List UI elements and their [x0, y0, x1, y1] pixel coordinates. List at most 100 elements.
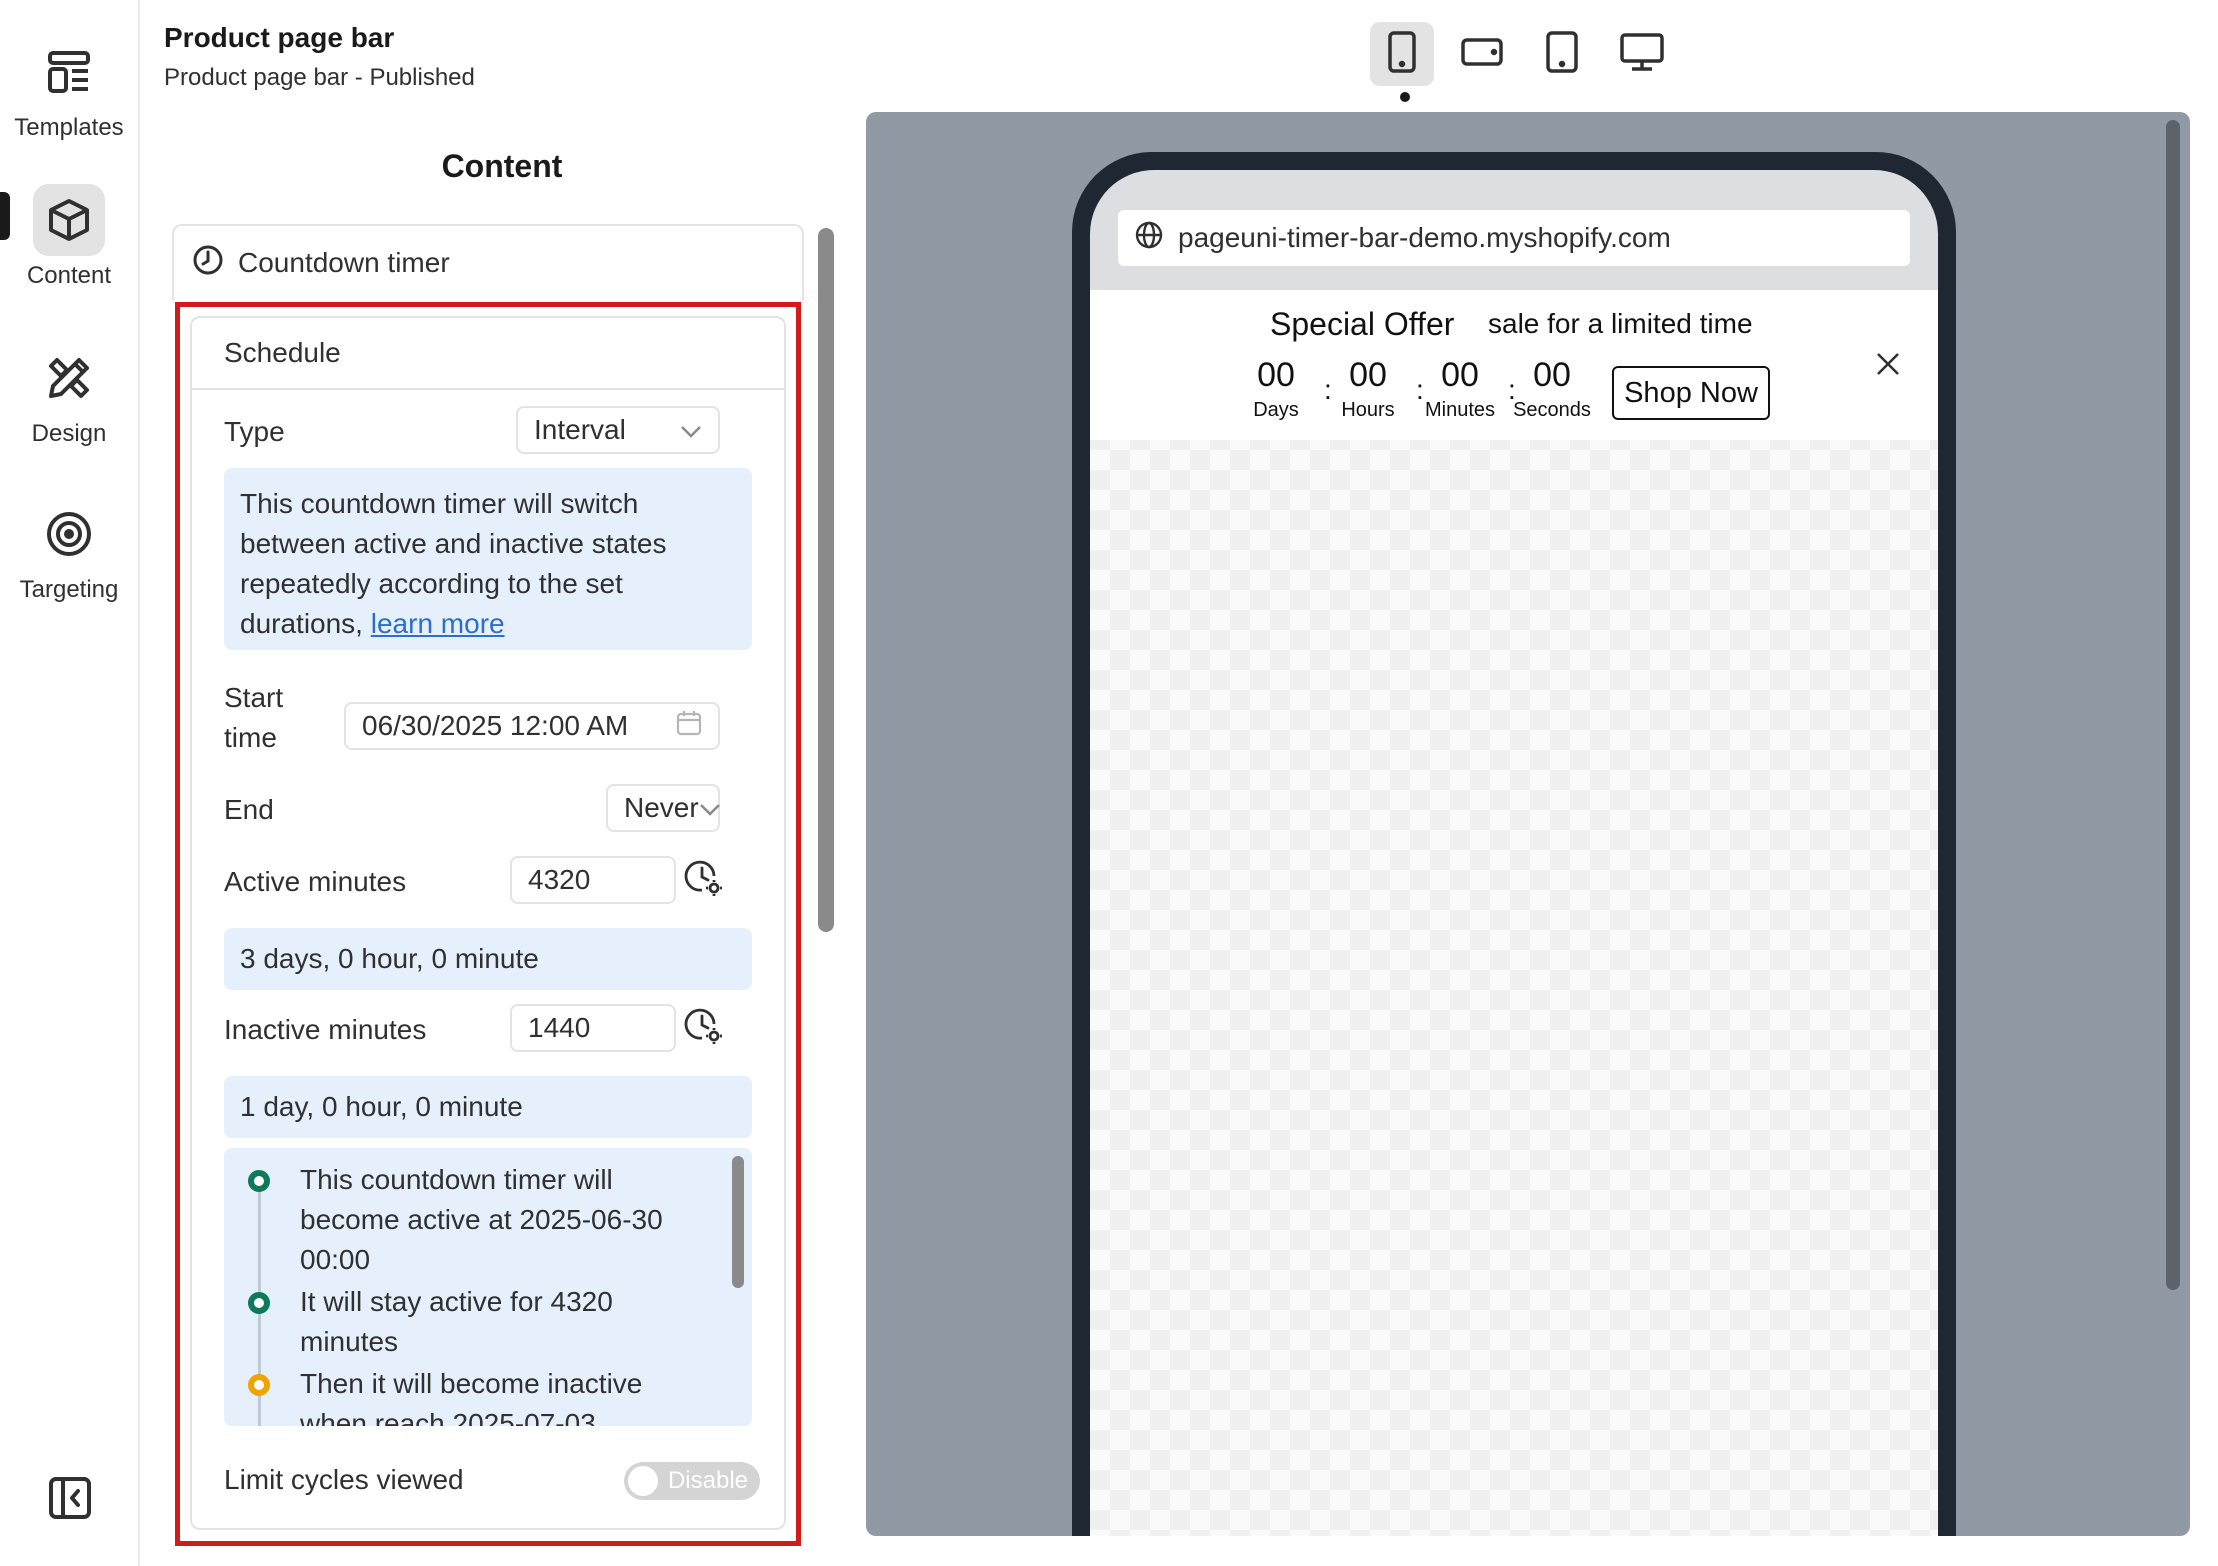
device-tablet-button[interactable] [1530, 22, 1594, 86]
target-icon [33, 498, 105, 570]
desktop-icon [1620, 32, 1664, 77]
mobile-landscape-icon [1461, 37, 1503, 72]
device-mobile-portrait-button[interactable] [1370, 22, 1434, 86]
clock-settings-icon [684, 1006, 724, 1051]
device-mobile-landscape-button[interactable] [1450, 22, 1514, 86]
bar-title: Special Offer [1270, 306, 1455, 342]
countdown-value: 00 [1257, 356, 1295, 394]
interval-info-box: This countdown timer will switch between… [224, 468, 752, 650]
active-minutes-input[interactable]: 4320 [510, 856, 676, 904]
schedule-card: Schedule Type Interval This countdown ti… [190, 316, 786, 1530]
countdown-timer-section[interactable]: Countdown timer [172, 224, 804, 300]
type-select[interactable]: Interval [516, 406, 720, 454]
tablet-icon [1545, 30, 1579, 78]
nav-item-templates[interactable]: Templates [0, 36, 138, 142]
countdown-hours: 00 Hours [1328, 356, 1408, 422]
clock-icon [192, 244, 224, 283]
inactive-duration-summary: 1 day, 0 hour, 0 minute [224, 1076, 752, 1138]
inactive-minutes-input[interactable]: 1440 [510, 1004, 676, 1052]
start-time-label: Start time [224, 678, 283, 758]
templates-icon [33, 36, 105, 108]
subtitle-separator: - [348, 64, 370, 91]
device-switcher [1370, 22, 1674, 86]
store-page-placeholder: Special Offer sale for a limited time 00… [1090, 290, 1938, 1536]
cube-icon [33, 184, 105, 256]
nav-label: Design [31, 420, 107, 447]
globe-icon [1134, 220, 1164, 257]
schedule-timeline[interactable]: This countdown timer will become active … [224, 1148, 752, 1426]
start-time-value: 06/30/2025 12:00 AM [362, 710, 629, 741]
page-title: Product page bar [164, 22, 395, 53]
clock-settings-icon [684, 858, 724, 903]
left-nav-rail: Templates Content Design Targeting [0, 0, 140, 1566]
nav-item-content[interactable]: Content [0, 184, 138, 290]
timeline-scrollbar[interactable] [732, 1156, 744, 1288]
timeline-dot-inactive [248, 1374, 270, 1396]
countdown-value: 00 [1349, 356, 1387, 394]
timeline-dot-active [248, 1292, 270, 1314]
section-label: Countdown timer [238, 247, 450, 278]
bar-name: Product page bar [164, 64, 349, 91]
end-label: End [224, 794, 274, 825]
calendar-icon [676, 710, 702, 743]
timeline-item: Then it will become inactive when reach … [300, 1368, 643, 1426]
chevron-down-icon [699, 792, 721, 824]
inactive-minutes-preset-button[interactable] [682, 1006, 726, 1050]
panel-scrollbar[interactable] [818, 228, 834, 932]
active-minutes-label: Active minutes [224, 866, 407, 897]
inactive-minutes-label: Inactive minutes [224, 1014, 427, 1045]
preview-canvas: pageuni-timer-bar-demo.myshopify.com Spe… [866, 112, 2190, 1536]
start-label-line2: time [224, 722, 277, 753]
countdown-value: 00 [1441, 356, 1479, 394]
close-icon [1875, 351, 1901, 382]
nav-item-design[interactable]: Design [0, 342, 138, 448]
timeline-item: It will stay active for 4320 minutes [300, 1286, 613, 1357]
countdown-unit: Minutes [1424, 399, 1496, 421]
start-label-line1: Start [224, 682, 284, 713]
end-value: Never [624, 792, 699, 823]
active-minutes-preset-button[interactable] [682, 858, 726, 902]
countdown-unit: Days [1253, 399, 1299, 421]
shop-now-button[interactable]: Shop Now [1612, 366, 1770, 420]
active-duration-summary: 3 days, 0 hour, 0 minute [224, 928, 752, 990]
page-subtitle: Product page bar - Published [164, 64, 475, 92]
countdown-unit: Hours [1341, 399, 1395, 421]
type-label: Type [224, 416, 285, 447]
chevron-down-icon [680, 414, 702, 446]
countdown-seconds: 00 Seconds [1512, 356, 1592, 422]
schedule-heading: Schedule [192, 318, 784, 390]
sidebar-collapse-button[interactable] [42, 1472, 98, 1528]
type-value: Interval [534, 414, 626, 445]
bar-subtitle: sale for a limited time [1488, 308, 1753, 339]
start-time-field[interactable]: 06/30/2025 12:00 AM [344, 702, 720, 750]
nav-label: Templates [14, 114, 124, 141]
countdown-bar: Special Offer sale for a limited time 00… [1090, 290, 1938, 440]
limit-cycles-label: Limit cycles viewed [224, 1464, 464, 1495]
device-desktop-button[interactable] [1610, 22, 1674, 86]
close-bar-button[interactable] [1870, 348, 1906, 384]
nav-label: Content [26, 262, 112, 289]
countdown-unit: Seconds [1513, 399, 1591, 421]
toggle-knob [628, 1466, 658, 1496]
limit-cycles-toggle[interactable]: Disable [624, 1462, 760, 1500]
browser-url-bar: pageuni-timer-bar-demo.myshopify.com [1118, 210, 1910, 266]
learn-more-link[interactable]: learn more [371, 608, 505, 639]
panel-title: Content [441, 148, 563, 184]
end-select[interactable]: Never [606, 784, 720, 832]
inactive-minutes-value: 1440 [528, 1012, 591, 1043]
nav-item-targeting[interactable]: Targeting [0, 498, 138, 604]
countdown-days: 00 Days [1236, 356, 1316, 422]
countdown-value: 00 [1533, 356, 1571, 394]
sidebar-collapse-icon [48, 1476, 92, 1525]
timeline-dot-active [248, 1170, 270, 1192]
url-text: pageuni-timer-bar-demo.myshopify.com [1178, 222, 1671, 253]
timeline-item: This countdown timer will become active … [300, 1164, 663, 1275]
status-text: Published [369, 64, 475, 91]
design-tools-icon [33, 342, 105, 414]
nav-label: Targeting [19, 576, 119, 603]
toggle-text: Disable [667, 1467, 748, 1494]
phone-frame: pageuni-timer-bar-demo.myshopify.com Spe… [1072, 152, 1956, 1536]
preview-scrollbar[interactable] [2166, 120, 2180, 1290]
countdown-minutes: 00 Minutes [1420, 356, 1500, 422]
active-device-indicator [1400, 92, 1410, 102]
